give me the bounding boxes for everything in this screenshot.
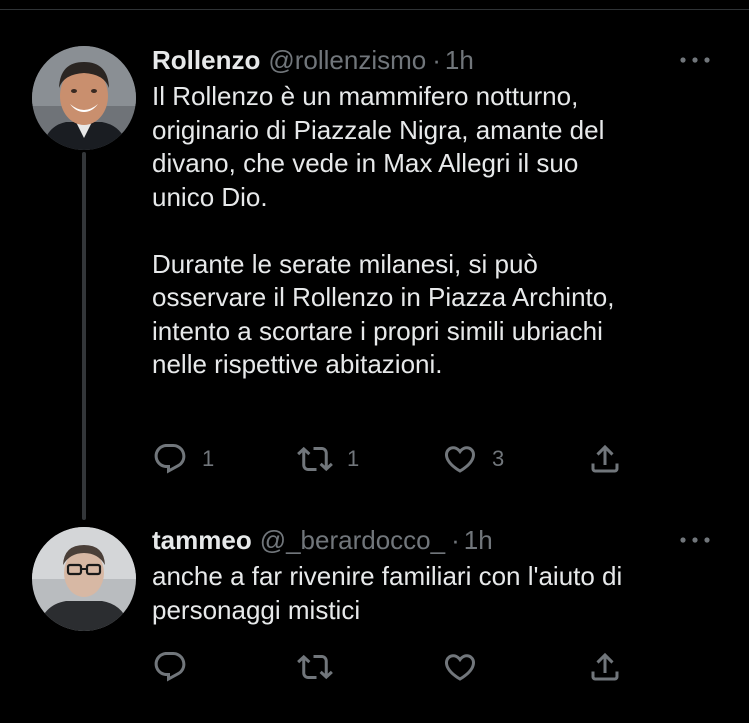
display-name[interactable]: tammeo [152,524,252,556]
tweet[interactable]: tammeo @_berardocco_ · 1h anche a far ri… [0,520,749,723]
share-icon [591,652,619,681]
tweet-text: Il Rollenzo è un mammifero notturno, ori… [152,81,615,379]
timestamp[interactable]: 1h [445,44,474,76]
like-icon [444,654,476,681]
like-count: 3 [492,446,505,471]
tweet-content: Rollenzo @rollenzismo · 1h Il Rollenzo è… [152,44,719,382]
retweet-button[interactable] [297,649,442,685]
share-icon [591,444,619,473]
tweet-actions: 1 1 3 [152,441,632,477]
retweet-icon [297,446,333,472]
avatar[interactable] [32,527,136,631]
display-name[interactable]: Rollenzo [152,44,260,76]
tweet-header: Rollenzo @rollenzismo · 1h [152,44,719,76]
tweet[interactable]: Rollenzo @rollenzismo · 1h Il Rollenzo è… [0,0,749,520]
reply-button[interactable] [152,649,297,685]
user-handle[interactable]: @_berardocco_ [260,524,445,556]
timestamp[interactable]: 1h [464,524,493,556]
tweet-header: tammeo @_berardocco_ · 1h [152,524,719,556]
reply-count: 1 [202,446,215,471]
share-button[interactable] [587,649,627,685]
reply-button[interactable]: 1 [152,441,297,477]
user-handle[interactable]: @rollenzismo [268,44,426,76]
like-button[interactable]: 3 [442,441,587,477]
retweet-count: 1 [347,446,360,471]
reply-icon [154,444,186,474]
tweet-text: anche a far rivenire familiari con l'aiu… [152,561,623,625]
separator-dot: · [451,525,460,555]
retweet-button[interactable]: 1 [297,441,442,477]
like-icon [444,446,476,473]
tweet-actions [152,649,632,685]
more-dots-icon[interactable] [675,530,715,550]
separator-dot: · [432,45,441,75]
reply-icon [154,652,186,682]
like-button[interactable] [442,649,587,685]
more-dots-icon[interactable] [675,50,715,70]
share-button[interactable] [587,441,627,477]
tweet-content: tammeo @_berardocco_ · 1h anche a far ri… [152,524,719,627]
thread-line [82,152,86,520]
retweet-icon [297,654,333,680]
avatar[interactable] [32,46,136,150]
